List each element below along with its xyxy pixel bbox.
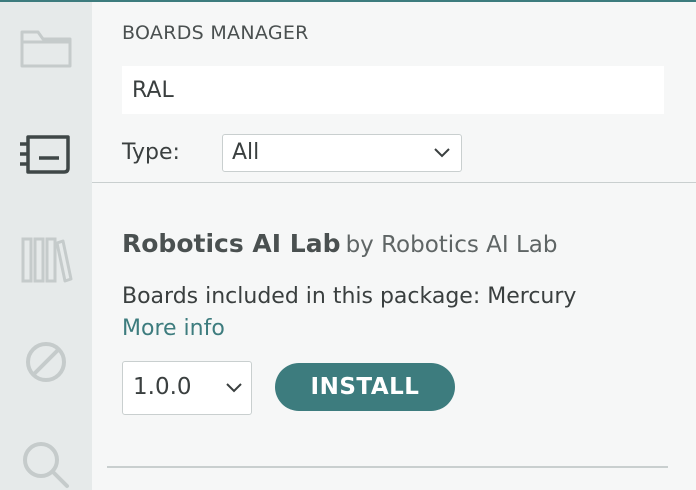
install-button[interactable]: INSTALL <box>275 363 455 411</box>
search-button[interactable] <box>0 438 92 490</box>
version-value: 1.0.0 <box>133 374 192 400</box>
item-divider <box>107 466 668 468</box>
board-icon <box>20 135 70 174</box>
debug-button[interactable] <box>0 336 92 388</box>
chevron-down-icon <box>226 383 242 393</box>
boards-manager-panel: BOARDS MANAGER Type: All Robotics AI Lab… <box>92 2 696 490</box>
type-filter-select[interactable]: All <box>222 134 462 172</box>
search-icon <box>23 442 69 488</box>
board-list-item: Robotics AI Lab by Robotics AI Lab Board… <box>92 183 696 490</box>
version-select[interactable]: 1.0.0 <box>122 361 252 415</box>
explorer-button[interactable] <box>0 22 92 74</box>
boards-manager-button[interactable] <box>0 128 92 180</box>
type-filter-value: All <box>232 140 260 165</box>
board-name: Robotics AI Lab <box>122 229 341 258</box>
type-filter-label: Type: <box>122 140 180 165</box>
activity-bar <box>0 2 92 490</box>
panel-title: BOARDS MANAGER <box>122 22 309 44</box>
library-manager-button[interactable] <box>0 232 92 288</box>
board-heading: Robotics AI Lab by Robotics AI Lab <box>122 229 557 258</box>
boards-search-input[interactable] <box>122 66 664 114</box>
debug-icon <box>26 342 66 382</box>
folder-icon <box>20 30 72 68</box>
chevron-down-icon <box>434 148 450 158</box>
board-author: by Robotics AI Lab <box>345 232 558 258</box>
board-description: Boards included in this package: Mercury <box>122 284 577 309</box>
more-info-link[interactable]: More info <box>122 316 225 341</box>
library-icon <box>21 237 73 283</box>
